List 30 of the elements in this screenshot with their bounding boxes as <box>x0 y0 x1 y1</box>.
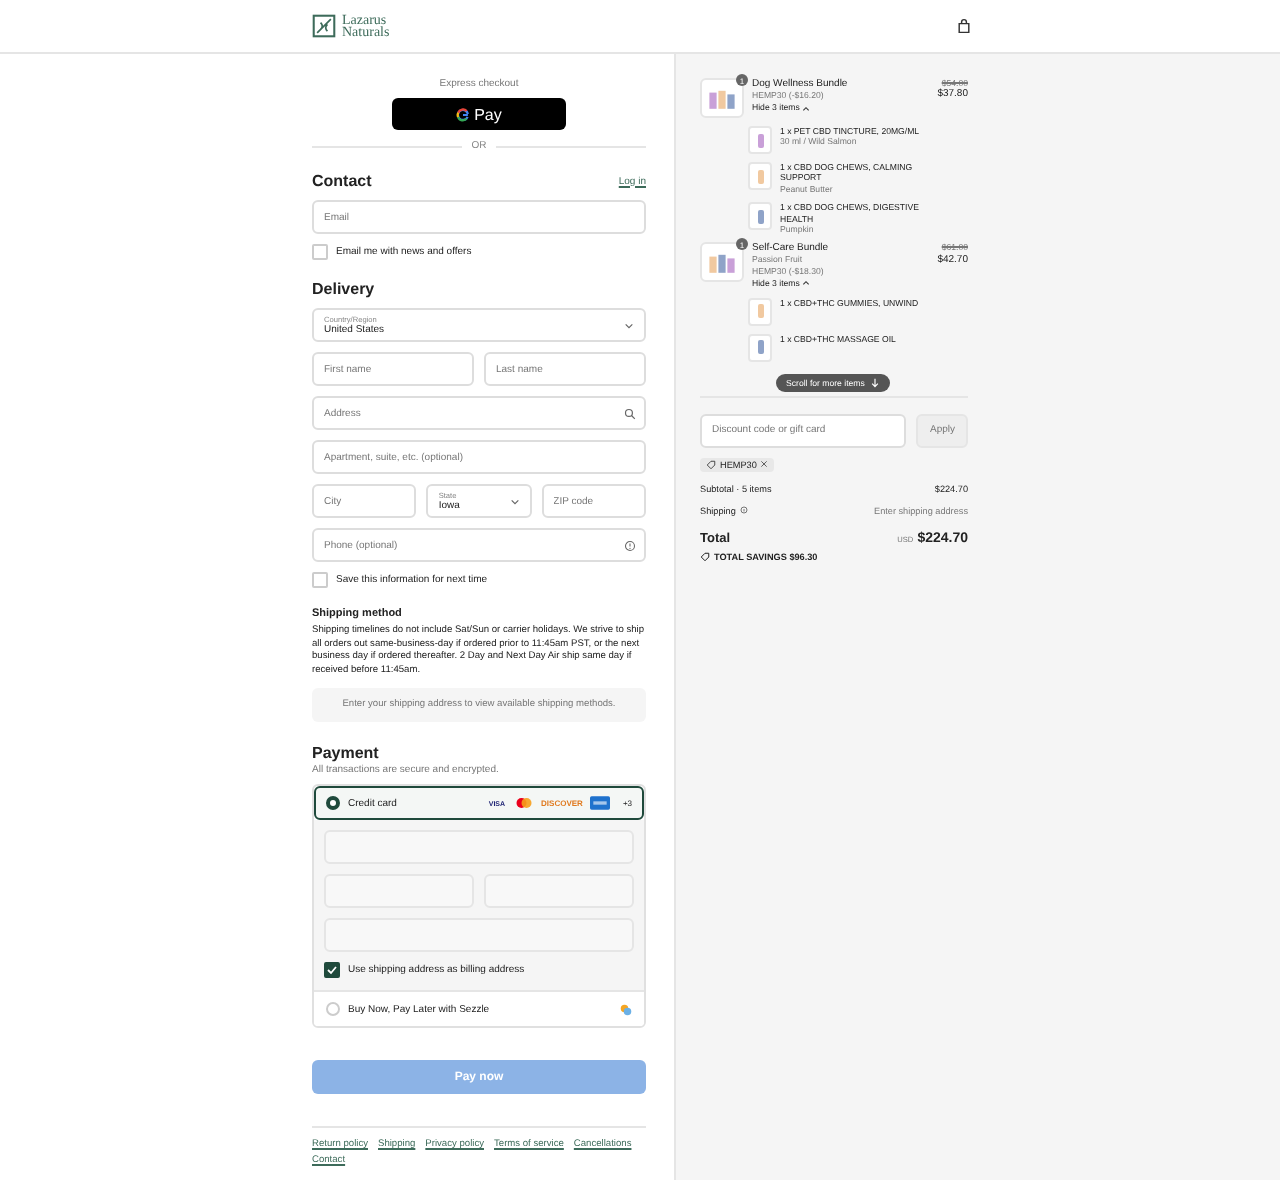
tag-icon <box>700 551 710 562</box>
payment-heading: Payment <box>312 744 381 762</box>
close-icon[interactable] <box>760 460 769 469</box>
item-thumbnail <box>748 333 772 362</box>
help-icon[interactable] <box>739 506 748 515</box>
help-icon[interactable] <box>624 539 636 551</box>
billing-checkbox[interactable] <box>324 962 340 978</box>
google-logo-icon <box>456 107 471 121</box>
item-thumbnail <box>748 202 772 231</box>
mastercard-icon <box>513 796 534 810</box>
arrow-down-icon <box>870 377 881 388</box>
chevron-up-icon <box>802 280 811 287</box>
chevron-down-icon <box>624 321 634 329</box>
chevron-down-icon <box>509 497 520 505</box>
contact-heading: Contact <box>312 172 372 190</box>
item-thumbnail <box>748 297 772 326</box>
tag-icon <box>706 459 716 470</box>
google-pay-button[interactable]: Pay <box>392 98 566 130</box>
item-thumbnail <box>748 162 772 190</box>
search-icon <box>624 407 636 419</box>
save-info-checkbox[interactable] <box>312 572 328 588</box>
radio-button[interactable] <box>326 796 340 810</box>
newsletter-checkbox[interactable] <box>312 244 328 260</box>
bag-icon[interactable] <box>956 18 972 34</box>
delivery-heading: Delivery <box>312 280 377 298</box>
chevron-up-icon <box>802 105 811 112</box>
sezzle-icon <box>620 1003 632 1015</box>
item-thumbnail <box>748 126 772 154</box>
amex-card-icon <box>590 796 611 810</box>
logo-icon <box>312 14 336 38</box>
